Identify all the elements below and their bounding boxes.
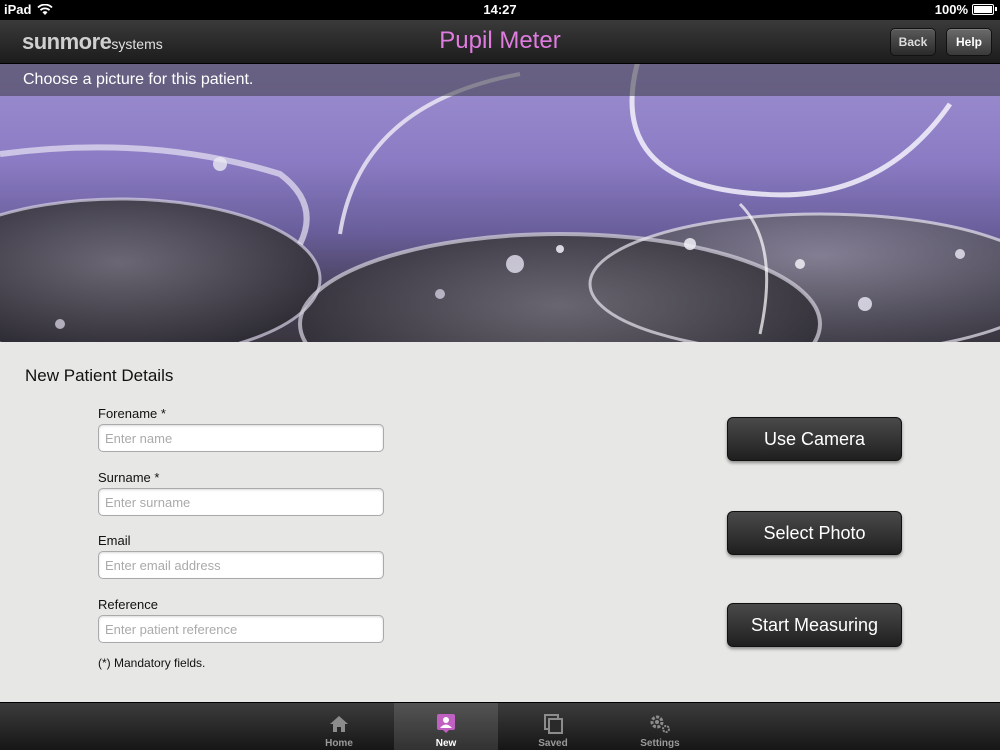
email-input[interactable] <box>98 551 384 579</box>
surname-label: Surname * <box>98 470 160 485</box>
tab-new-label: New <box>435 738 457 749</box>
navigation-bar: sunmoresystems Pupil Meter Back Help <box>0 20 1000 64</box>
instruction-banner: Choose a picture for this patient. <box>0 64 1000 96</box>
forename-label: Forename * <box>98 406 166 421</box>
home-icon <box>330 716 348 732</box>
contact-lenses-illustration <box>0 64 1000 342</box>
page-title: Pupil Meter <box>439 27 561 54</box>
tab-saved-label: Saved <box>538 738 568 749</box>
hero-image <box>0 64 1000 342</box>
start-measuring-button[interactable]: Start Measuring <box>727 603 902 647</box>
back-button[interactable]: Back <box>890 28 936 56</box>
tab-saved[interactable]: Saved <box>501 703 605 750</box>
battery-percentage: 100% <box>934 2 968 17</box>
use-camera-button[interactable]: Use Camera <box>727 417 902 461</box>
status-bar: iPad 14:27 100% <box>0 0 1000 20</box>
select-photo-button[interactable]: Select Photo <box>727 511 902 555</box>
saved-icon <box>544 714 563 734</box>
email-label: Email <box>98 533 131 548</box>
help-button[interactable]: Help <box>946 28 992 56</box>
reference-label: Reference <box>98 597 158 612</box>
tab-settings-label: Settings <box>640 738 680 749</box>
new-patient-icon <box>437 714 455 733</box>
tab-settings[interactable]: Settings <box>608 703 712 750</box>
mandatory-note: (*) Mandatory fields. <box>98 656 206 670</box>
forename-input[interactable] <box>98 424 384 452</box>
section-title: New Patient Details <box>25 366 174 385</box>
tab-new[interactable]: New <box>394 703 498 750</box>
patient-details-panel: New Patient Details Forename * Surname *… <box>0 342 1000 702</box>
gear-icon <box>650 715 670 733</box>
tab-home-label: Home <box>325 738 353 749</box>
clock: 14:27 <box>483 2 517 17</box>
tab-home[interactable]: Home <box>287 703 391 750</box>
battery-icon <box>972 4 997 15</box>
reference-input[interactable] <box>98 615 384 643</box>
surname-input[interactable] <box>98 488 384 516</box>
tab-bar: Home New Saved Settings <box>0 702 1000 750</box>
